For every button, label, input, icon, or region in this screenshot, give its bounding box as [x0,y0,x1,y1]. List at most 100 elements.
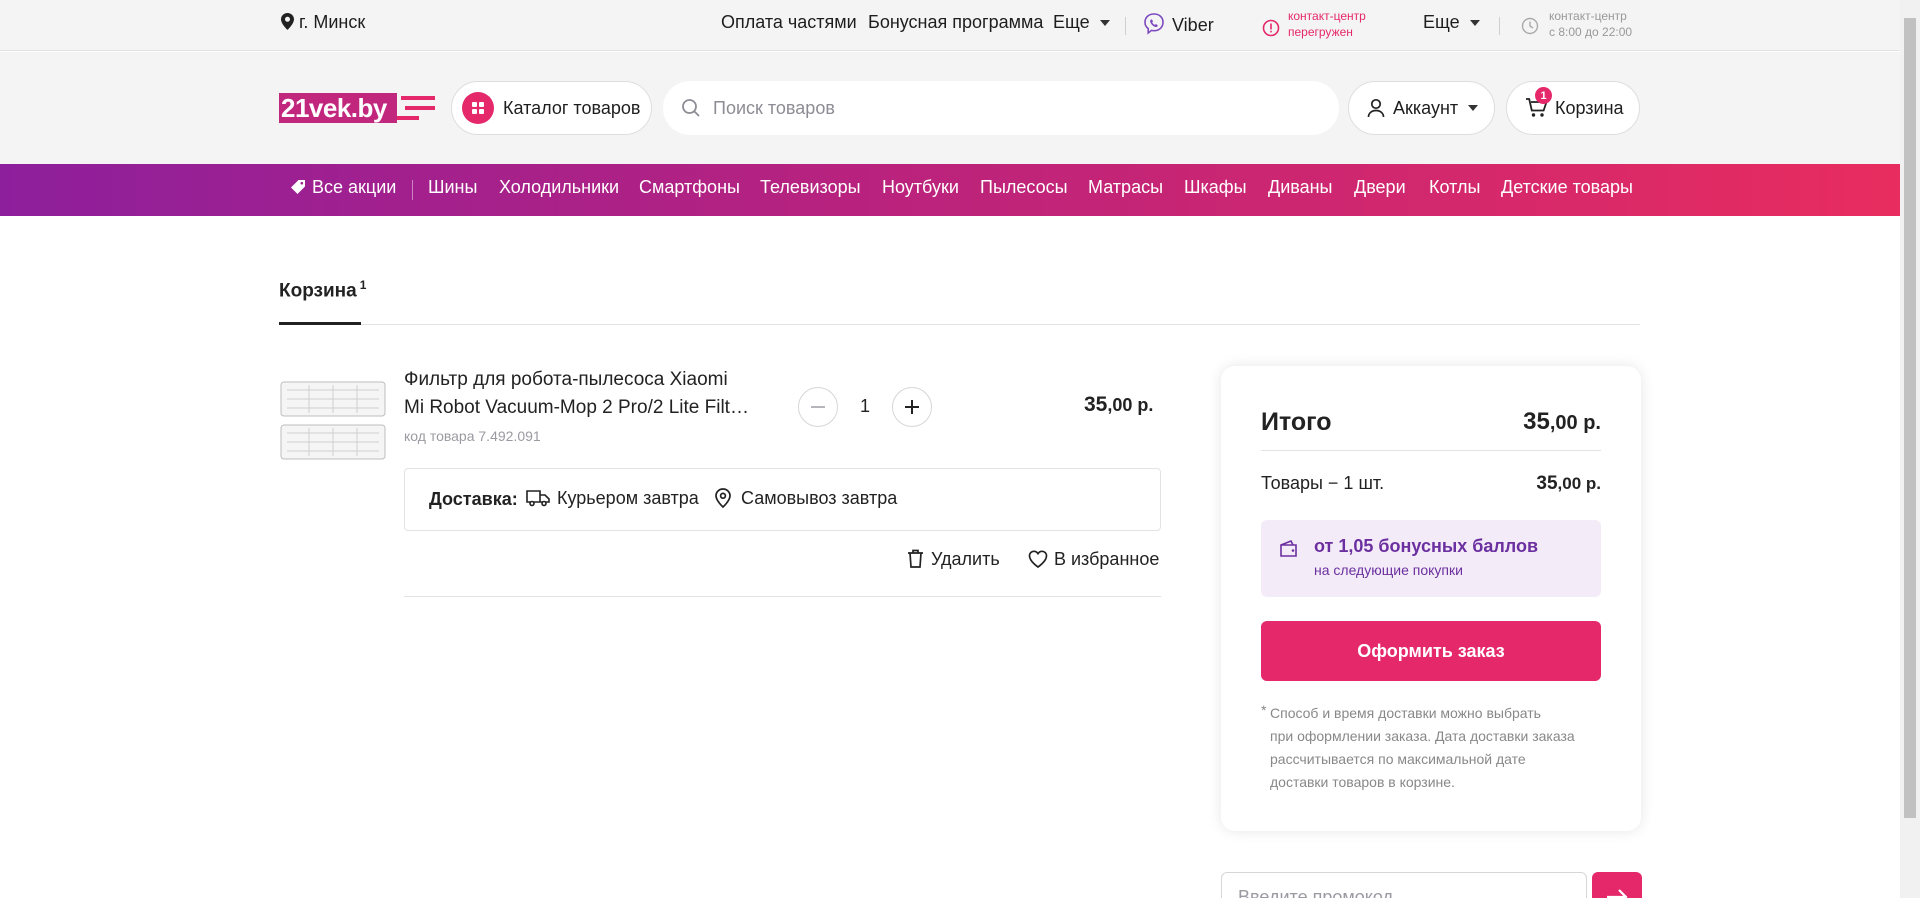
hours-line1: контакт-центр [1549,9,1627,23]
heart-icon [1028,550,1048,569]
contact-status-line1: контакт-центр [1288,9,1366,23]
product-name-line2: Mi Robot Vacuum-Mop 2 Pro/2 Lite Filt… [404,397,749,418]
pickup-text: Самовывоз завтра [741,488,898,508]
more-menu-2[interactable]: Еще [1423,12,1480,33]
account-button[interactable]: Аккаунт [1348,81,1495,135]
logo[interactable]: 21vek.by [279,92,439,129]
nav-sofas[interactable]: Диваны [1268,177,1333,198]
plus-icon [905,400,919,414]
price-decimal: ,00 р. [1107,395,1154,415]
note-asterisk: * [1261,702,1267,718]
viber-link[interactable]: Viber [1142,12,1214,36]
product-image[interactable] [279,380,387,461]
total-label: Итого [1261,408,1332,436]
qty-decrease-button[interactable] [798,387,838,427]
cart-button[interactable]: 1 Корзина [1506,81,1640,135]
cart-count-badge: 1 [1535,87,1552,104]
search-input[interactable] [713,97,1293,119]
total-integer: 35 [1523,408,1550,435]
nav-doors[interactable]: Двери [1354,177,1406,198]
catalog-label: Каталог товаров [503,97,641,118]
goods-decimal: ,00 р. [1557,474,1601,493]
cart-title-count: 1 [359,278,367,292]
note-line1: Способ и время доставки можно выбрать [1270,705,1541,721]
divider [1125,17,1126,35]
nav-kids-goods[interactable]: Детские товары [1501,177,1633,198]
delivery-pickup: Самовывоз завтра [715,488,897,509]
tag-icon [291,180,305,194]
logo-text: 21vek.by [281,93,387,123]
nav-label: Все акции [312,177,397,197]
minus-icon [811,406,825,408]
nav-wardrobes[interactable]: Шкафы [1184,177,1247,198]
search-icon [682,99,700,117]
qty-value[interactable]: 1 [855,396,875,417]
city-label: г. Минск [299,12,366,32]
item-divider [404,596,1161,597]
product-price: 35,00 р. [1084,393,1153,417]
cart-title: Корзина [279,280,357,302]
divider [412,180,413,200]
nav-boilers[interactable]: Котлы [1429,177,1480,198]
nav-tires[interactable]: Шины [428,177,477,198]
more-label-1: Еще [1053,12,1090,32]
user-icon [1367,98,1385,118]
cart-icon-wrap: 1 [1525,87,1552,119]
tab-active-indicator [279,322,361,325]
promo-code-field[interactable] [1221,872,1587,898]
nav-vacuums[interactable]: Пылесосы [980,177,1068,198]
divider [1499,17,1500,35]
courier-text: Курьером завтра [557,488,699,508]
trash-icon [908,549,923,568]
top-bar: г. Минск Оплата частями Бонусная програм… [0,0,1900,51]
promo-code-input[interactable] [1238,887,1558,898]
delivery-label: Доставка: [429,489,518,509]
location-pin-icon [715,488,731,509]
qty-increase-button[interactable] [892,387,932,427]
more-label-2: Еще [1423,12,1460,32]
product-code: код товара 7.492.091 [404,428,541,444]
delivery-info: Доставка: Курьером завтра Самовывоз завт… [404,468,1161,531]
city-selector[interactable]: г. Минск [281,12,365,33]
nav-laptops[interactable]: Ноутбуки [882,177,959,198]
warning-circle-icon [1262,19,1280,37]
bonus-subtitle: на следующие покупки [1314,562,1463,578]
cart-tab[interactable]: Корзина 1 [279,278,366,302]
viber-label: Viber [1172,15,1214,35]
catalog-grid-icon [462,92,494,124]
nav-smartphones[interactable]: Смартфоны [639,177,740,198]
chevron-down-icon [1469,20,1480,27]
goods-integer: 35 [1536,473,1558,494]
nav-tvs[interactable]: Телевизоры [760,177,861,198]
delete-button[interactable]: Удалить [907,549,1000,570]
add-to-favorites-button[interactable]: В избранное [1028,549,1159,570]
note-line2: при оформлении заказа. Дата доставки зак… [1270,728,1575,744]
nav-refrigerators[interactable]: Холодильники [499,177,619,198]
bonus-program-link[interactable]: Бонусная программа [868,12,1043,33]
filter-image-icon [280,381,386,460]
contact-status-line2: перегружен [1288,25,1353,39]
more-menu-1[interactable]: Еще [1053,12,1110,33]
nav-all-promotions[interactable]: Все акции [291,177,396,198]
account-label: Аккаунт [1393,97,1459,118]
delivery-note: * Способ и время доставки можно выбрать … [1261,702,1575,794]
category-nav: Все акции Шины Холодильники Смартфоны Те… [0,164,1900,216]
tab-divider [279,324,1640,325]
scrollbar-thumb[interactable] [1904,18,1916,818]
search-bar[interactable] [663,81,1339,135]
total-price: 35,00 р. [1523,408,1601,436]
catalog-button[interactable]: Каталог товаров [451,81,652,135]
product-name-line1: Фильтр для робота-пылесоса Xiaomi [404,369,728,390]
clock-icon [1521,17,1539,35]
arrow-right-icon [1607,889,1628,898]
delivery-courier: Курьером завтра [526,488,699,509]
product-name[interactable]: Фильтр для робота-пылесоса Xiaomi Mi Rob… [404,366,749,422]
note-line4: доставки товаров в корзине. [1270,774,1455,790]
nav-mattresses[interactable]: Матрасы [1088,177,1163,198]
apply-promo-button[interactable] [1592,872,1642,898]
place-order-button[interactable]: Оформить заказ [1261,621,1601,681]
goods-price: 35,00 р. [1536,473,1601,495]
price-integer: 35 [1084,393,1108,416]
total-decimal: ,00 р. [1549,412,1601,434]
installment-link[interactable]: Оплата частями [721,12,857,33]
